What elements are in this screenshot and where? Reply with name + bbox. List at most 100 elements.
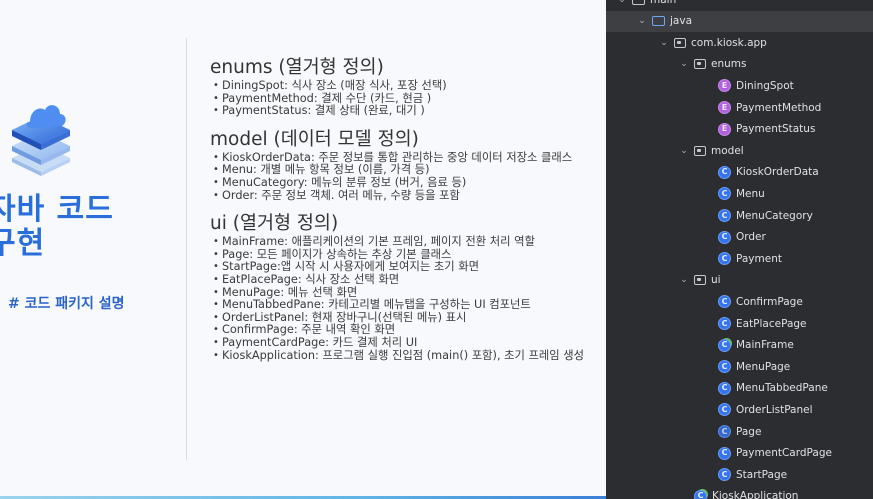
class-icon: C	[718, 252, 731, 266]
tree-row-menutabbedpane[interactable]: C MenuTabbedPane	[606, 378, 873, 399]
tree-row-ui[interactable]: ⌄ ui	[606, 270, 873, 291]
tree-row-enums[interactable]: ⌄ enums	[606, 54, 873, 75]
stacked-layers-logo-icon	[12, 105, 70, 176]
class-icon: C	[718, 446, 731, 460]
tree-row-label: KioskApplication	[712, 490, 799, 499]
section-bullet-list: DiningSpot: 식사 장소 (매장 식사, 포장 선택)PaymentM…	[210, 79, 595, 118]
slide-subtitle: # 코드 패키지 설명	[8, 296, 125, 312]
package-icon	[694, 275, 706, 286]
tree-row-label: Page	[736, 425, 762, 438]
tree-row-label: enums	[711, 58, 747, 71]
class-icon: C	[718, 165, 731, 179]
tree-row-label: PaymentMethod	[736, 101, 822, 114]
class-icon: C	[718, 381, 731, 395]
tree-row-com-kiosk-app[interactable]: ⌄ com.kiosk.app	[606, 32, 873, 53]
class-icon: C	[718, 230, 731, 244]
tree-row-label: EatPlacePage	[736, 317, 807, 330]
runnable-class-icon: C	[718, 338, 731, 352]
tree-row-paymentstatus[interactable]: E PaymentStatus	[606, 119, 873, 140]
class-icon: C	[718, 209, 731, 222]
bullet-item: DiningSpot: 식사 장소 (매장 식사, 포장 선택)	[210, 79, 595, 93]
tree-row-menucategory[interactable]: C MenuCategory	[606, 205, 873, 226]
tree-row-page[interactable]: C Page	[606, 421, 873, 442]
chevron-down-icon[interactable]: ⌄	[678, 146, 690, 156]
abstract-class-icon: C	[718, 425, 731, 438]
folder-icon	[632, 0, 645, 5]
chevron-down-icon[interactable]: ⌄	[616, 0, 628, 5]
bullet-item: MainFrame: 애플리케이션의 기본 프레임, 페이지 전환 처리 역할	[210, 236, 595, 249]
package-icon	[674, 37, 686, 48]
bullet-item: MenuCategory: 메뉴의 분류 정보 (버거, 음료 등)	[210, 176, 595, 190]
bullet-item: PaymentCardPage: 카드 결제 처리 UI	[210, 336, 595, 350]
tree-row-model[interactable]: ⌄ model	[606, 140, 873, 161]
tree-row-label: main	[650, 0, 676, 6]
tree-row-eatplacepage[interactable]: C EatPlacePage	[606, 313, 873, 334]
section-0: enums (열거형 정의)DiningSpot: 식사 장소 (매장 식사, …	[210, 58, 595, 118]
tree-row-label: model	[711, 144, 744, 157]
section-bullet-list: MainFrame: 애플리케이션의 기본 프레임, 페이지 전환 처리 역할 P…	[210, 236, 595, 362]
tree-row-label: java	[670, 15, 692, 28]
chevron-down-icon[interactable]: ⌄	[678, 275, 690, 285]
tree-row-menupage[interactable]: C MenuPage	[606, 356, 873, 377]
section-2: ui (열거형 정의)MainFrame: 애플리케이션의 기본 프레임, 페이…	[210, 214, 595, 362]
class-icon: C	[718, 187, 731, 201]
section-title: ui (열거형 정의)	[210, 213, 339, 235]
tree-row-label: MenuTabbedPane	[736, 382, 828, 395]
slide-title-line1: 자바 코드	[0, 192, 114, 227]
tree-row-kioskapplication[interactable]: C KioskApplication	[606, 486, 873, 499]
class-icon: C	[718, 295, 731, 309]
tree-row-diningspot[interactable]: E DiningSpot	[606, 75, 873, 96]
class-icon: C	[718, 360, 731, 374]
tree-row-label: com.kiosk.app	[691, 36, 767, 49]
section-title: model (데이터 모델 정의)	[210, 128, 419, 150]
bullet-item: MenuTabbedPane: 카테고리별 메뉴탭을 구성하는 UI 컴포넌트	[210, 299, 595, 312]
tree-row-label: MenuCategory	[736, 209, 813, 222]
bullet-item: PaymentStatus: 결제 상태 (완료, 대기 )	[210, 105, 595, 118]
chevron-down-icon[interactable]: ⌄	[678, 59, 690, 69]
bullet-item: Order: 주문 정보 객체. 여러 메뉴, 수량 등을 포함	[210, 189, 595, 203]
tree-row-order[interactable]: C Order	[606, 227, 873, 248]
tree-row-paymentmethod[interactable]: E PaymentMethod	[606, 97, 873, 118]
tree-row-label: StartPage	[736, 468, 788, 481]
slide-title-line2: 구현	[0, 226, 46, 261]
slide-title: 자바 코드 구현	[0, 193, 114, 261]
tree-row-confirmpage[interactable]: C ConfirmPage	[606, 291, 873, 312]
package-icon	[694, 59, 706, 70]
presentation-slide: 자바 코드 구현 # 코드 패키지 설명 enums (열거형 정의)Dinin…	[0, 0, 606, 499]
tree-row-label: DiningSpot	[736, 79, 794, 92]
tree-row-payment[interactable]: C Payment	[606, 248, 873, 269]
tree-row-startpage[interactable]: C StartPage	[606, 464, 873, 485]
tree-row-label: MainFrame	[736, 339, 794, 352]
tree-row-label: ConfirmPage	[736, 295, 803, 308]
package-icon	[694, 145, 706, 156]
section-bullet-list: KioskOrderData: 주문 정보를 통합 관리하는 중앙 데이터 저장…	[210, 151, 595, 203]
source-folder-icon	[652, 16, 665, 27]
tree-row-label: PaymentCardPage	[736, 447, 832, 460]
tree-row-menu[interactable]: C Menu	[606, 183, 873, 204]
tree-row-label: Payment	[736, 252, 782, 265]
slide-content: enums (열거형 정의)DiningSpot: 식사 장소 (매장 식사, …	[210, 58, 595, 362]
tree-row-orderlistpanel[interactable]: C OrderListPanel	[606, 399, 873, 420]
enum-icon: E	[718, 101, 731, 114]
vertical-divider	[186, 38, 187, 460]
section-title: enums (열거형 정의)	[210, 57, 384, 78]
tree-row-label: Menu	[736, 187, 765, 200]
chevron-down-icon[interactable]: ⌄	[658, 38, 670, 48]
tree-row-kioskorderdata[interactable]: C KioskOrderData	[606, 162, 873, 183]
tree-row-paymentcardpage[interactable]: C PaymentCardPage	[606, 443, 873, 464]
runnable-class-icon: C	[694, 489, 707, 499]
enum-icon: E	[718, 122, 731, 136]
tree-row-java[interactable]: ⌄ java	[606, 10, 873, 32]
tree-row-label: Order	[736, 231, 766, 244]
tree-row-label: PaymentStatus	[736, 123, 816, 136]
bullet-item: EatPlacePage: 식사 장소 선택 화면	[210, 273, 595, 287]
tree-row-mainframe[interactable]: C MainFrame	[606, 335, 873, 356]
chevron-down-icon[interactable]: ⌄	[636, 16, 648, 26]
class-icon: C	[718, 317, 731, 330]
tree-row-label: ui	[711, 274, 721, 287]
tree-row-main[interactable]: ⌄ main	[606, 0, 873, 10]
tree-row-label: OrderListPanel	[736, 403, 813, 416]
section-1: model (데이터 모델 정의)KioskOrderData: 주문 정보를 …	[210, 128, 595, 203]
enum-icon: E	[718, 79, 731, 93]
bullet-item: KioskApplication: 프로그램 실행 진입점 (main() 포함…	[210, 349, 595, 363]
